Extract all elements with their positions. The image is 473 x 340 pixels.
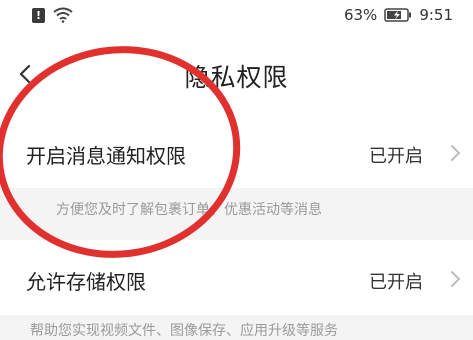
wifi-icon <box>53 7 73 23</box>
battery-percent: 63% <box>343 6 378 24</box>
page-title: 隐私权限 <box>184 63 289 92</box>
clock: 9:51 <box>419 6 453 24</box>
notification-icon: ! <box>32 7 45 23</box>
notification-permission-row[interactable]: 开启消息通知权限 已开启 <box>0 114 473 188</box>
chevron-right-icon <box>451 271 461 287</box>
battery-charging-icon <box>384 8 412 22</box>
storage-permission-description: 帮助您实现视频文件、图像保存、应用升级等服务 <box>30 323 338 339</box>
chevron-right-icon <box>451 145 461 161</box>
permission-status: 已开启 <box>369 146 423 167</box>
permission-label: 开启消息通知权限 <box>26 144 186 168</box>
notification-permission-description: 方便您及时了解包裹订单、优惠活动等消息 <box>56 199 322 219</box>
storage-permission-row[interactable]: 允许存储权限 已开启 <box>0 240 473 315</box>
status-bar: ! 63% 9:51 <box>0 0 473 34</box>
permission-label: 允许存储权限 <box>26 270 146 294</box>
status-right: 63% 9:51 <box>344 6 453 24</box>
status-left-icons: ! <box>32 7 73 23</box>
page-header: 隐私权限 <box>0 34 473 114</box>
permission-status: 已开启 <box>369 272 423 293</box>
